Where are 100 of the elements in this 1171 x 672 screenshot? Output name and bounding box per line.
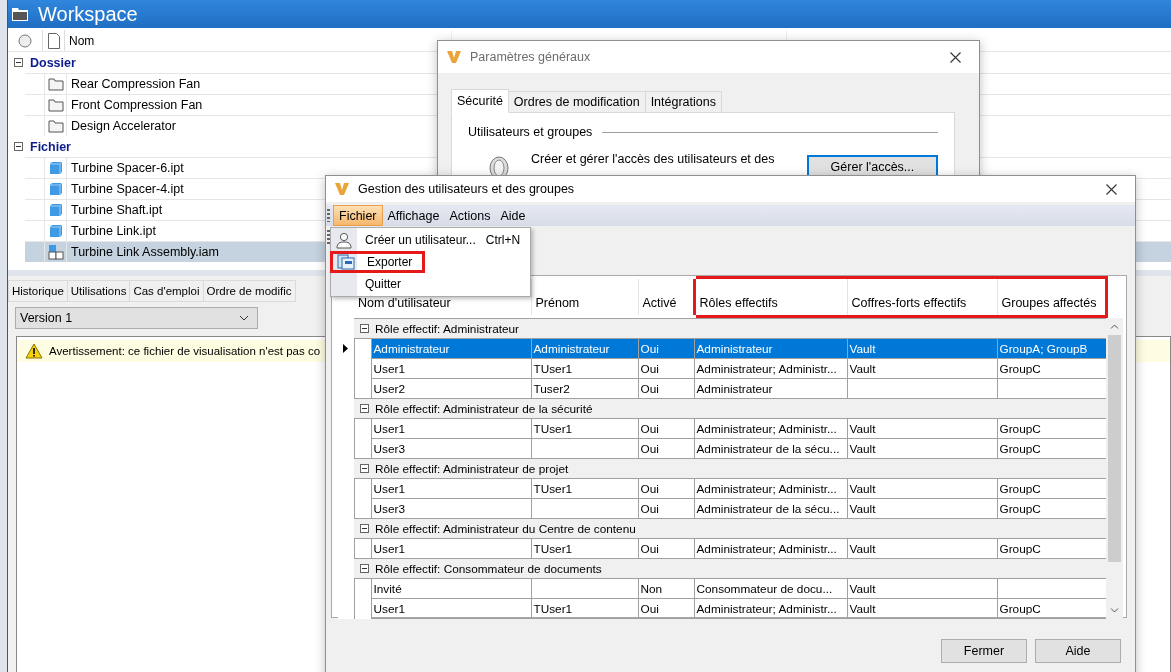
scroll-up-icon: [1110, 324, 1119, 329]
table-cell: User1: [373, 361, 405, 376]
collapse-icon[interactable]: [360, 404, 369, 413]
description-text: Créer et gérer l'accès des utilisateurs et des: [531, 152, 776, 166]
folder-icon: [12, 7, 28, 21]
table-cell: GroupC: [999, 421, 1041, 436]
table-cell: Oui: [640, 361, 659, 376]
file-name: Turbine Spacer-4.ipt: [71, 182, 184, 196]
document-icon: [47, 32, 60, 49]
table-cell: Administrateur de la sécu...: [696, 501, 840, 516]
table-cell: Vault: [849, 481, 876, 496]
table-row[interactable]: User1 TUser1 Oui Administrateur; Administr... Vault GroupC: [338, 598, 1106, 619]
table-row[interactable]: User1 TUser1 Oui Administrateur; Administr... Vault GroupC: [338, 418, 1106, 439]
table-cell: Oui: [640, 541, 659, 556]
collapse-icon[interactable]: [360, 464, 369, 473]
tab[interactable]: Intégrations: [644, 91, 722, 113]
close-button[interactable]: [950, 51, 961, 63]
menu-item[interactable]: Affichage: [382, 205, 445, 226]
table-cell: Vault: [849, 361, 876, 376]
collapse-icon[interactable]: [360, 564, 369, 573]
dialog-title: Gestion des utilisateurs et des groupes: [358, 182, 576, 196]
table-cell: Vault: [849, 441, 876, 456]
table-row[interactable]: User1 TUser1 Oui Administrateur; Administr... Vault GroupC: [338, 358, 1106, 379]
table-cell: User3: [373, 501, 405, 516]
table-cell: Administrateur; Administr...: [696, 361, 837, 376]
table-cell: Oui: [640, 441, 659, 456]
table-row[interactable]: Administrateur Administrateur Oui Administrateur Vault GroupA; GroupB: [338, 338, 1106, 359]
table-cell: User1: [373, 601, 405, 616]
chevron-down-icon: [239, 315, 249, 321]
group-label: Dossier: [30, 55, 76, 70]
table-cell: TUser1: [533, 541, 573, 556]
table-row[interactable]: User3 Oui Administrateur de la sécu... Vault GroupC: [338, 498, 1106, 519]
group-label: Rôle effectif: Administrateur du Centre de contenu: [375, 521, 636, 536]
table-row[interactable]: User1 TUser1 Oui Administrateur; Administr... Vault GroupC: [338, 478, 1106, 499]
table-cell: User1: [373, 481, 405, 496]
table-cell: Administrateur; Administr...: [696, 601, 837, 616]
table-row[interactable]: User1 TUser1 Oui Administrateur; Administr... Vault GroupC: [338, 538, 1106, 559]
column-header[interactable]: Rôles effectifs: [694, 277, 847, 317]
table-cell: Administrateur: [696, 341, 773, 356]
tab[interactable]: Utilisations: [66, 280, 131, 302]
table-cell: Oui: [640, 601, 659, 616]
tab[interactable]: Historique: [8, 280, 68, 302]
table-cell: User1: [373, 421, 405, 436]
table-row[interactable]: User2 Tuser2 Oui Administrateur: [338, 378, 1106, 399]
table-cell: GroupA; GroupB: [999, 341, 1088, 356]
table-cell: GroupC: [999, 361, 1041, 376]
menu-item[interactable]: Aide: [495, 205, 531, 226]
warning-text: Avertissement: ce fichier de visualisation n'est pas co: [49, 345, 321, 357]
collapse-icon[interactable]: [360, 524, 369, 533]
table-cell: Administrateur; Administr...: [696, 541, 837, 556]
table-cell: Oui: [640, 381, 659, 396]
folder-icon: [47, 77, 64, 91]
version-dropdown[interactable]: Version 1: [15, 307, 258, 329]
file-name: Front Compression Fan: [71, 98, 203, 112]
dialog-title: Paramètres généraux: [470, 50, 592, 64]
assembly-icon: [47, 244, 64, 260]
column-header[interactable]: Nom: [69, 33, 95, 48]
file-name: Turbine Link.ipt: [71, 224, 156, 238]
table-cell: Vault: [849, 501, 876, 516]
tab[interactable]: Cas d'emploi: [129, 280, 204, 302]
table-cell: TUser1: [533, 481, 573, 496]
cube-icon: [48, 224, 63, 238]
warning-icon: [25, 343, 43, 359]
table-cell: User3: [373, 441, 405, 456]
grip-handle[interactable]: [327, 230, 330, 244]
tab[interactable]: Sécurité: [451, 89, 509, 113]
grip-handle[interactable]: [327, 209, 330, 222]
group-label: Rôle effectif: Administrateur: [375, 321, 520, 336]
table-cell: User2: [373, 381, 405, 396]
table-cell: Administrateur: [533, 341, 610, 356]
collapse-icon[interactable]: [360, 324, 369, 333]
table-row[interactable]: Invité Non Consommateur de docu... Vault: [338, 578, 1106, 599]
table-cell: GroupC: [999, 481, 1041, 496]
menu-item[interactable]: Créer un utilisateur... Ctrl+N: [331, 229, 530, 251]
table-cell: Oui: [640, 481, 659, 496]
scrollbar[interactable]: [1106, 318, 1123, 619]
group-label: Fichier: [30, 139, 71, 154]
menu-item[interactable]: Actions: [444, 205, 496, 226]
scroll-down-icon: [1110, 608, 1119, 613]
table-cell: Oui: [640, 421, 659, 436]
collapse-icon[interactable]: [14, 58, 23, 67]
cube-icon: [48, 182, 63, 196]
scrollbar-thumb[interactable]: [1108, 335, 1121, 562]
collapse-icon[interactable]: [14, 142, 23, 151]
tab[interactable]: Ordre de modific: [202, 280, 296, 302]
menu-item[interactable]: Fichier: [333, 205, 383, 226]
cube-icon: [48, 161, 63, 175]
table-cell: Vault: [849, 341, 876, 356]
table-cell: Administrateur; Administr...: [696, 481, 837, 496]
table-cell: Consommateur de docu...: [696, 581, 833, 596]
menu-item[interactable]: Exporter: [331, 251, 530, 273]
file-name: Design Accelerator: [71, 119, 176, 133]
export-icon: [337, 253, 355, 271]
column-header[interactable]: Activé: [638, 277, 694, 317]
table-row[interactable]: User3 Oui Administrateur de la sécu... Vault GroupC: [338, 438, 1106, 459]
dialog-button[interactable]: Fermer: [941, 639, 1027, 663]
group-label: Rôle effectif: Administrateur de projet: [375, 461, 569, 476]
dialog-button[interactable]: Aide: [1035, 639, 1121, 663]
table-cell: GroupC: [999, 541, 1041, 556]
close-button[interactable]: [1106, 183, 1117, 195]
